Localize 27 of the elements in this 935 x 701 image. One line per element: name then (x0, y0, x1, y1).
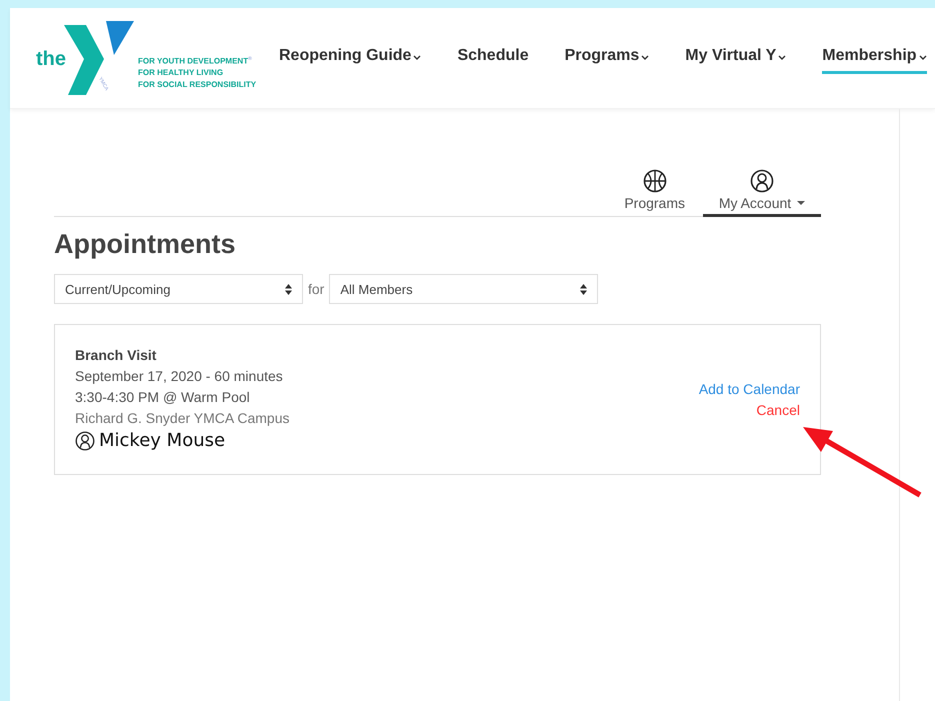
select-field[interactable]: All Members (329, 274, 598, 304)
appointment-title: Branch Visit (75, 347, 158, 363)
appointment-date: September 17, 2020 - 60 minutes (75, 367, 284, 386)
account-tab[interactable]: My Account (703, 169, 821, 217)
cancel-link[interactable]: Cancel (756, 400, 800, 421)
nav-link[interactable]: Schedule (457, 42, 529, 74)
sort-arrows-icon (580, 284, 588, 294)
nav-link[interactable]: My Virtual Y (685, 42, 786, 74)
appointment-time: 3:30-4:30 PM @ Warm Pool (75, 388, 251, 407)
user-icon (75, 430, 95, 450)
nav-link[interactable]: Membership (822, 42, 927, 74)
tagline: FOR YOUTH DEVELOPMENT$^{®}$ (138, 54, 253, 68)
nav-link[interactable]: Programs (564, 42, 650, 74)
nav-link[interactable]: Reopening Guide (279, 42, 422, 74)
basketball-icon (642, 169, 667, 193)
select-field[interactable]: Current/Upcoming (54, 274, 303, 304)
y-logo-icon (64, 21, 134, 95)
user-icon (750, 169, 774, 193)
member-name: Mickey Mouse (99, 430, 226, 451)
appointment-location: Richard G. Snyder YMCA Campus (75, 409, 290, 428)
account-tab[interactable]: Programs (624, 169, 685, 217)
page-title: Appointments (54, 229, 236, 260)
logo-word: the (36, 48, 66, 70)
tagline: FOR SOCIAL RESPONSIBILITY (138, 79, 256, 92)
tagline: FOR HEALTHY LIVING (138, 67, 224, 80)
filter-label: for (308, 281, 324, 297)
sort-arrows-icon (285, 284, 292, 294)
